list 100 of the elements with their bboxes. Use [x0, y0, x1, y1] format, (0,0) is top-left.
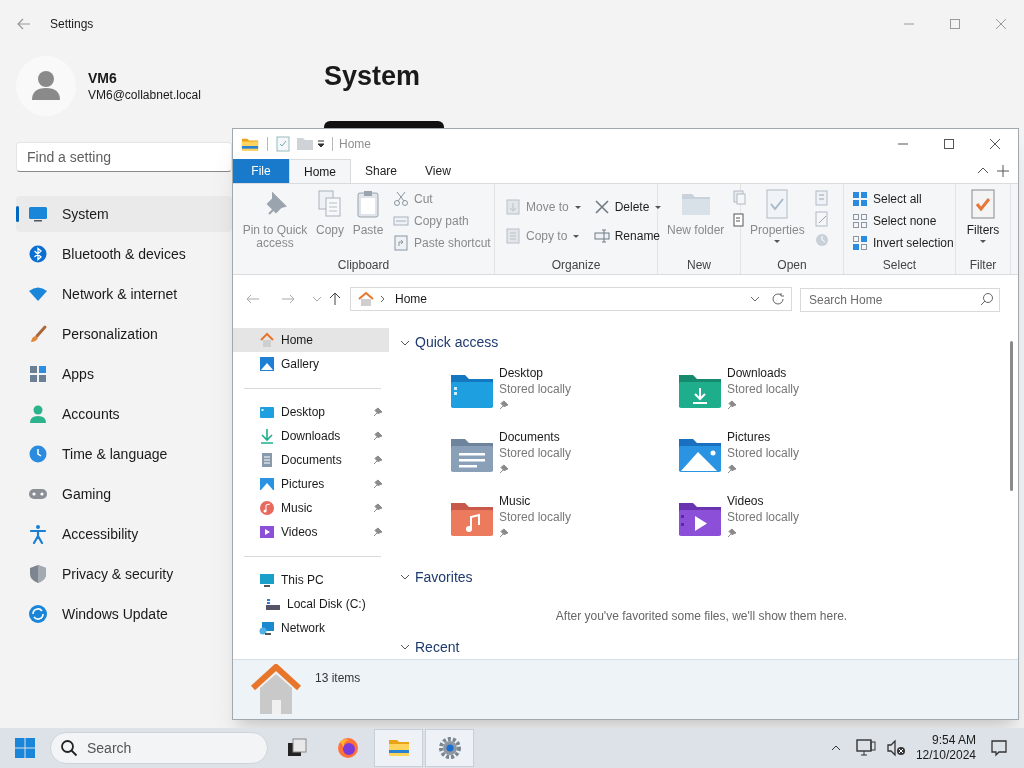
folder-name[interactable]: Desktop — [499, 364, 572, 381]
path-icon — [393, 213, 409, 229]
user-email: VM6@collabnet.local — [88, 87, 201, 103]
volume-muted-icon[interactable] — [885, 739, 906, 757]
ribbon-button[interactable]: Delete — [591, 196, 665, 218]
empty-message: After you've favorited some files, we'll show them here. — [555, 607, 848, 625]
history-icon[interactable] — [813, 232, 830, 248]
search-icon — [60, 739, 78, 757]
clock-icon — [28, 444, 48, 464]
folder-name[interactable]: Documents — [499, 428, 572, 445]
apps-icon — [28, 364, 48, 384]
help-plus-icon[interactable] — [996, 164, 1010, 178]
video-icon — [259, 524, 275, 540]
nav-pane-item[interactable]: Pictures — [233, 472, 389, 496]
window-title: Settings — [50, 16, 94, 33]
picture-icon — [259, 476, 275, 492]
nav-item[interactable]: Apps — [16, 356, 232, 392]
section-header[interactable]: Favorites — [399, 565, 1004, 589]
section-header[interactable]: Recent — [399, 635, 1004, 659]
nav-pane-item[interactable]: Desktop — [233, 400, 389, 424]
sync-icon — [28, 604, 48, 624]
group-label: Organize — [550, 257, 602, 274]
ribbon-button[interactable]: Select all — [850, 188, 955, 210]
nav-item[interactable]: Network & internet — [16, 276, 232, 312]
taskbar-search[interactable]: Search — [50, 732, 268, 764]
properties-icon[interactable] — [276, 136, 290, 152]
folder-name[interactable]: Videos — [727, 492, 800, 509]
ribbon-button[interactable]: Filters — [963, 184, 1003, 245]
nav-pane-item[interactable]: Home — [233, 328, 389, 352]
delete-icon — [593, 199, 610, 215]
folder-status: Stored locally — [499, 508, 572, 525]
caret-icon[interactable] — [316, 139, 326, 149]
desktop-folder-icon — [449, 372, 495, 409]
nav-item[interactable]: Accounts — [16, 396, 232, 432]
new-item-icon[interactable] — [731, 190, 748, 206]
person-silhouette-icon — [31, 70, 61, 102]
nav-item[interactable]: Windows Update — [16, 596, 232, 632]
move-to-icon — [505, 199, 521, 215]
file-tab[interactable]: File — [233, 159, 289, 183]
scrollbar-thumb[interactable] — [1009, 341, 1013, 491]
refresh-icon[interactable] — [771, 292, 785, 306]
nav-item[interactable]: Accessibility — [16, 516, 232, 552]
nav-item[interactable]: Privacy & security — [16, 556, 232, 592]
rename-icon — [593, 228, 610, 244]
notification-icon[interactable] — [990, 739, 1008, 757]
folder-name[interactable]: Pictures — [727, 428, 800, 445]
accessibility-icon — [28, 524, 48, 544]
folder-status: Stored locally — [499, 444, 572, 461]
nav-item[interactable]: System — [16, 196, 232, 232]
nav-pane-item[interactable]: Local Disk (C:) — [233, 592, 389, 616]
firefox-icon — [335, 736, 360, 760]
nav-pane-item[interactable]: Downloads — [233, 424, 389, 448]
nav-pane-item[interactable]: Documents — [233, 448, 389, 472]
nav-pane-item[interactable]: Network — [233, 616, 389, 640]
nav-pane-item[interactable]: Gallery — [233, 352, 389, 376]
folder-status: Stored locally — [727, 380, 800, 397]
search-field[interactable]: Search Home — [800, 288, 1000, 312]
ribbon-button[interactable]: Invert selection — [850, 232, 955, 254]
folder-name[interactable]: Music — [499, 492, 572, 509]
scissors-icon — [393, 191, 409, 207]
clock[interactable]: 9:54 AM 12/10/2024 — [915, 733, 976, 763]
group-label: Select — [881, 257, 918, 274]
music-folder-icon — [449, 500, 495, 537]
nav-pane-item[interactable]: Videos — [233, 520, 389, 544]
nav-item[interactable]: Time & language — [16, 436, 232, 472]
video-folder-icon — [677, 500, 723, 537]
music-icon — [259, 500, 275, 516]
folder-name[interactable]: Downloads — [727, 364, 800, 381]
address-bar[interactable]: Home — [350, 287, 792, 311]
brush-icon — [28, 324, 48, 344]
download-folder-icon — [677, 372, 723, 409]
ribbon-tab[interactable]: Share — [351, 159, 412, 183]
back-arrow-icon[interactable] — [16, 16, 32, 32]
open-icon[interactable] — [813, 190, 830, 206]
shortcut-icon — [393, 235, 409, 251]
edit-icon[interactable] — [813, 211, 830, 227]
up-icon[interactable] — [328, 292, 342, 306]
nav-item[interactable]: Bluetooth & devices — [16, 236, 232, 272]
ribbon-tab[interactable]: View — [411, 159, 465, 183]
item-count: 13 items — [315, 670, 361, 687]
ribbon-tab[interactable]: Home — [289, 159, 351, 183]
windows-logo-icon[interactable] — [14, 737, 36, 759]
search-icon — [980, 292, 994, 306]
shield-icon — [28, 564, 48, 584]
nav-pane-item[interactable]: This PC — [233, 568, 389, 592]
nav-item[interactable]: Personalization — [16, 316, 232, 352]
section-header[interactable]: Quick access — [399, 331, 1004, 355]
nav-item[interactable]: Gaming — [16, 476, 232, 512]
group-label: Clipboard — [336, 257, 391, 274]
group-label: New — [686, 257, 712, 274]
drive-icon — [265, 596, 281, 612]
nav-pane-item[interactable]: Music — [233, 496, 389, 520]
search-field[interactable]: Find a setting — [16, 142, 232, 172]
network-icon[interactable] — [855, 739, 876, 757]
folder-status: Stored locally — [727, 508, 800, 525]
invert-selection-icon — [852, 235, 868, 251]
recent-dropdown-icon[interactable] — [312, 294, 322, 304]
ribbon-button[interactable]: Select none — [850, 210, 955, 232]
ribbon-button[interactable]: Rename — [591, 225, 665, 247]
documents-folder-icon — [449, 436, 495, 473]
